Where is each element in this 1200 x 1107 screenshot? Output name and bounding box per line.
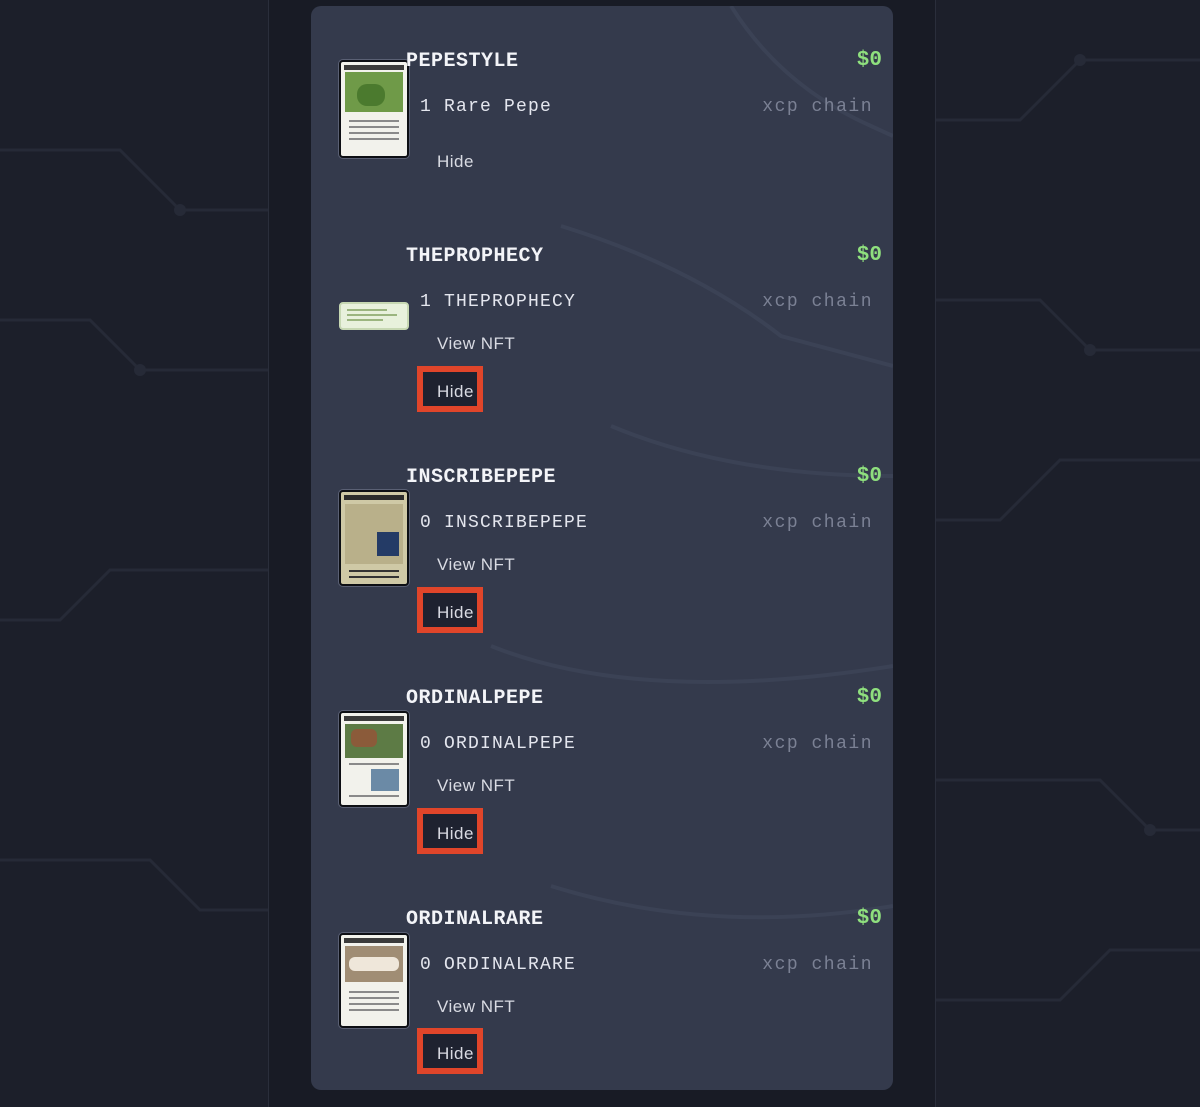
asset-name: PEPESTYLE xyxy=(406,50,519,73)
asset-quantity: 1 THEPROPHECY xyxy=(420,292,577,312)
hide-button-highlight: Hide xyxy=(417,808,483,854)
nft-thumbnail[interactable] xyxy=(339,490,409,586)
view-nft-button[interactable]: View NFT xyxy=(437,776,515,796)
hide-button[interactable]: Hide xyxy=(437,382,474,402)
nft-thumbnail[interactable] xyxy=(339,60,409,158)
asset-value: $0 xyxy=(856,465,882,488)
asset-item-inscribepepe: INSCRIBEPEPE $0 0 INSCRIBEPEPE xcp chain… xyxy=(311,426,893,647)
hide-button[interactable]: Hide xyxy=(437,152,474,172)
asset-name: THEPROPHECY xyxy=(406,245,544,268)
hide-button[interactable]: Hide xyxy=(437,824,474,844)
asset-chain: xcp chain xyxy=(762,955,873,975)
view-nft-button[interactable]: View NFT xyxy=(437,555,515,575)
asset-quantity: 0 ORDINALRARE xyxy=(420,955,577,975)
asset-item-ordinalpepe: ORDINALPEPE $0 0 ORDINALPEPE xcp chain V… xyxy=(311,647,893,868)
asset-quantity: 0 ORDINALPEPE xyxy=(420,734,577,754)
asset-chain: xcp chain xyxy=(762,292,873,312)
hide-button[interactable]: Hide xyxy=(437,603,474,623)
asset-name: INSCRIBEPEPE xyxy=(406,466,557,489)
hide-button-highlight: Hide xyxy=(417,1028,483,1074)
asset-value: $0 xyxy=(856,686,882,709)
nft-thumbnail[interactable] xyxy=(339,711,409,807)
asset-name: ORDINALPEPE xyxy=(406,687,544,710)
asset-chain: xcp chain xyxy=(762,734,873,754)
view-nft-button[interactable]: View NFT xyxy=(437,997,515,1017)
asset-quantity: 1 Rare Pepe xyxy=(420,97,553,117)
hide-button-highlight: Hide xyxy=(417,366,483,412)
asset-quantity: 0 INSCRIBEPEPE xyxy=(420,513,589,533)
hide-button-highlight: Hide xyxy=(417,587,483,633)
hide-button[interactable]: Hide xyxy=(437,1044,474,1064)
asset-name: ORDINALRARE xyxy=(406,908,544,931)
asset-item-ordinalrare: ORDINALRARE $0 0 ORDINALRARE xcp chain V… xyxy=(311,868,893,1090)
asset-item-pepestyle: PEPESTYLE $0 1 Rare Pepe xcp chain Hide xyxy=(311,6,893,206)
asset-chain: xcp chain xyxy=(762,513,873,533)
asset-item-theprophecy: THEPROPHECY $0 1 THEPROPHECY xcp chain V… xyxy=(311,206,893,426)
nft-thumbnail[interactable] xyxy=(339,933,409,1028)
nft-thumbnail[interactable] xyxy=(339,302,409,330)
asset-list-panel: PEPESTYLE $0 1 Rare Pepe xcp chain Hide … xyxy=(311,6,893,1090)
view-nft-button[interactable]: View NFT xyxy=(437,334,515,354)
asset-value: $0 xyxy=(856,49,882,72)
asset-value: $0 xyxy=(856,907,882,930)
asset-chain: xcp chain xyxy=(762,97,873,117)
asset-value: $0 xyxy=(856,244,882,267)
